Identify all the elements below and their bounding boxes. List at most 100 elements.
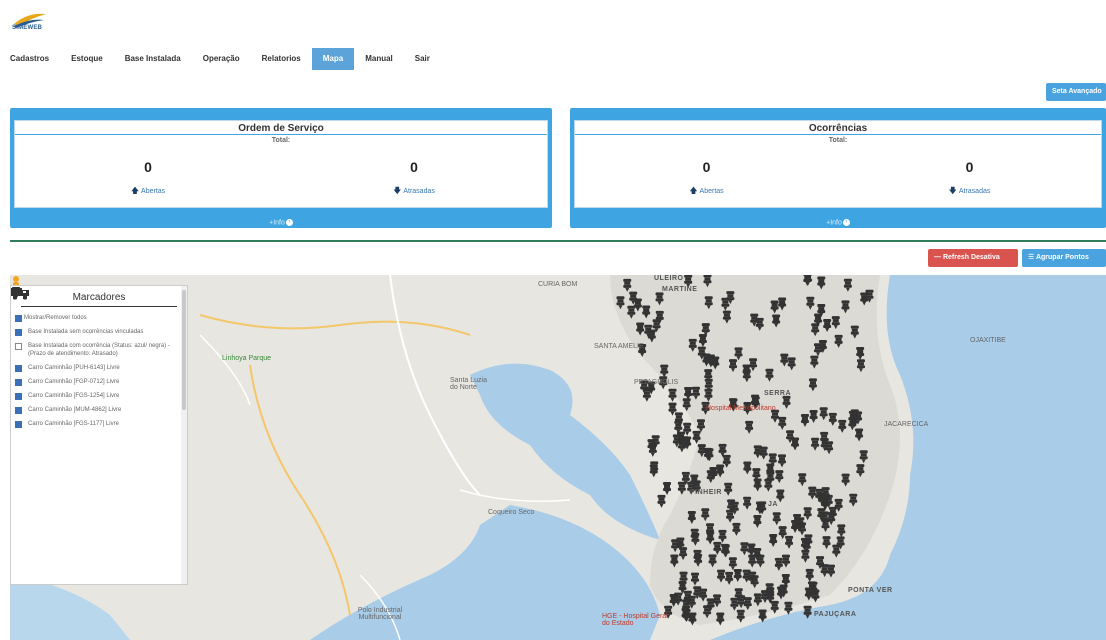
map-label: ULEIRO [654, 275, 684, 282]
map-label: SERRA [764, 390, 792, 397]
ordem-servico-atrasadas-label: Atrasadas [403, 188, 435, 195]
map-label: PONTA VER [848, 587, 893, 594]
marker-filter-checkbox[interactable] [15, 421, 22, 428]
nav-cadastros[interactable]: Cadastros [0, 48, 60, 70]
marker-filter-checkbox[interactable] [15, 379, 22, 386]
logo-text: SIMEWEB [12, 25, 43, 31]
marker-filter-label: Mostrar/Remover todos [24, 315, 87, 321]
map-label: JACARECICA [884, 421, 929, 428]
ocorrencias-atrasadas[interactable]: 0 🡇 Atrasadas [838, 159, 1101, 199]
map-label: HGE - Hospital Geral do Estado [602, 613, 668, 627]
map-label: Santa Luzia do Norte [450, 377, 487, 391]
map-label: OJAXITIBE [970, 337, 1006, 344]
marker-filter-label: Carro Caminhão [FGS-1177] Livre [28, 421, 119, 427]
nav-operacao[interactable]: Operação [192, 48, 251, 70]
marker-filter-label: Base Instalada sem ocorrências vinculada… [28, 329, 144, 335]
map-label: Linhoya Parque [222, 355, 272, 362]
map-label: Hospital Metropolitano [706, 405, 776, 412]
marker-filter-checkbox[interactable] [15, 393, 22, 400]
marker-filter-checkbox[interactable] [15, 315, 22, 322]
ocorrencias-counts: 0 🡅 Abertas 0 🡇 Atrasadas [575, 159, 1101, 199]
nav-sair[interactable]: Sair [404, 48, 441, 70]
ordem-servico-body: Ordem de Serviço Total: 0 🡅 Abertas 0 🡇 At… [14, 120, 548, 208]
map-label: PETAGROLIS [634, 379, 679, 386]
arrow-down-icon: 🡇 [393, 186, 402, 195]
marker-filter-label: Carro Caminhão [PUH-6143] Livre [28, 365, 120, 371]
marker-filter-item[interactable]: Carro Caminhão [MUM-4862] Livre [11, 288, 187, 417]
marker-filter-checkbox[interactable] [15, 329, 22, 336]
map-label: PAJUÇARA [814, 611, 857, 618]
installed-base-marker[interactable] [668, 388, 677, 402]
installed-base-marker[interactable] [642, 388, 651, 402]
ordem-servico-abertas[interactable]: 0 🡅 Abertas [15, 159, 281, 199]
arrow-circle-right-icon: › [285, 218, 293, 226]
ocorrencias-abertas[interactable]: 0 🡅 Abertas [575, 159, 838, 199]
ordem-servico-title: Ordem de Serviço [15, 121, 547, 135]
road [199, 314, 471, 336]
marker-filter-label: Carro Caminhão [FGS-1254] Livre [28, 393, 120, 399]
map-label: CURIA BOM [538, 281, 578, 288]
advanced-button[interactable]: Seta Avançado [1046, 83, 1106, 101]
logo-icon [14, 13, 46, 28]
arrow-down-icon: 🡇 [948, 186, 957, 195]
nav-estoque[interactable]: Estoque [60, 48, 114, 70]
installed-base-marker[interactable] [716, 612, 725, 626]
ocorrencias-atrasadas-value: 0 [965, 159, 974, 175]
marker-filter-item[interactable]: Carro Caminhão [FGS-1254] Livre [11, 288, 187, 403]
group-points-button[interactable]: ☰ Agrupar Pontos [1022, 249, 1106, 267]
nav-mapa[interactable]: Mapa [311, 48, 355, 70]
main-nav: Cadastros Estoque Base Instalada Operaçã… [0, 48, 441, 70]
installed-base-marker[interactable] [649, 464, 658, 478]
nav-manual[interactable]: Manual [354, 48, 404, 70]
marker-filter-label: Carro Caminhão [FGP-0712] Livre [28, 379, 120, 385]
ocorrencias-abertas-label: Abertas [699, 188, 724, 195]
ordem-servico-panel: Ordem de Serviço Total: 0 🡅 Abertas 0 🡇 At… [10, 108, 552, 228]
ordem-servico-atrasadas-value: 0 [410, 159, 418, 175]
section-divider [10, 240, 1106, 242]
ocorrencias-body: Ocorrências Total: 0 🡅 Abertas 0 🡇 Atrasad… [574, 120, 1102, 208]
markers-title: Marcadores [21, 292, 177, 307]
markers-panel: Marcadores Mostrar/Remover todos Base Ins… [10, 285, 188, 585]
markers-list: Mostrar/Remover todos Base Instalada sem … [11, 287, 187, 431]
marker-filter-item[interactable]: Carro Caminhão [PUH-6143] Livre [11, 288, 187, 375]
ocorrencias-info-link[interactable]: +Info › [570, 218, 1106, 226]
ordem-servico-total-label: Total: [271, 137, 291, 144]
marker-filter-checkbox[interactable] [15, 365, 22, 372]
marker-filter-item[interactable]: Carro Caminhão [FGP-0712] Livre [11, 288, 187, 389]
markers-scrollbar[interactable] [181, 286, 187, 584]
installed-base-marker[interactable] [736, 609, 745, 623]
marker-filter-label: Carro Caminhão [MUM-4862] Livre [28, 407, 122, 413]
marker-filter-item[interactable]: Mostrar/Remover todos [11, 311, 187, 325]
road [199, 334, 251, 406]
marker-filter-item[interactable]: Carro Caminhão [FGS-1177] Livre [11, 288, 187, 431]
marker-filter-item[interactable]: Base Instalada sem ocorrências vinculada… [11, 287, 187, 339]
marker-filter-checkbox[interactable] [15, 343, 22, 350]
ordem-servico-atrasadas[interactable]: 0 🡇 Atrasadas [281, 159, 547, 199]
map-label: JA [768, 501, 778, 508]
installed-base-marker[interactable] [770, 600, 779, 614]
nav-relatorios[interactable]: Relatorios [251, 48, 312, 70]
ocorrencias-atrasadas-label: Atrasadas [958, 188, 991, 195]
marker-filter-item[interactable]: Base Instalada com ocorrência (Status: a… [11, 287, 187, 361]
road [249, 364, 351, 616]
map-label: PINHEIR [690, 489, 722, 496]
map-label: SANTA AMELIE [594, 343, 644, 350]
ordem-servico-info-link[interactable]: +Info › [10, 218, 552, 226]
ocorrencias-abertas-value: 0 [702, 159, 711, 175]
ocorrencias-total-label: Total: [828, 137, 848, 144]
installed-base-marker[interactable] [663, 481, 672, 495]
ocorrencias-panel: Ocorrências Total: 0 🡅 Abertas 0 🡇 Atrasad… [570, 108, 1106, 228]
nav-base-instalada[interactable]: Base Instalada [114, 48, 192, 70]
map[interactable]: CURIA BOM ULEIRO MARTINE SANTA AMELIE Li… [10, 275, 1106, 640]
ordem-servico-abertas-label: Abertas [141, 188, 166, 195]
installed-base-marker[interactable] [784, 601, 793, 615]
installed-base-marker[interactable] [657, 494, 666, 508]
refresh-toggle-button[interactable]: — Refresh Desativa [928, 249, 1018, 267]
marker-filter-label: Base Instalada com ocorrência (Status: a… [28, 343, 170, 357]
ordem-servico-counts: 0 🡅 Abertas 0 🡇 Atrasadas [15, 159, 547, 199]
map-label: Coqueiro Seco [488, 509, 535, 516]
marker-filter-checkbox[interactable] [15, 407, 22, 414]
map-label: MARTINE [662, 286, 698, 293]
ordem-servico-abertas-value: 0 [144, 159, 152, 175]
ocorrencias-title: Ocorrências [575, 121, 1101, 135]
